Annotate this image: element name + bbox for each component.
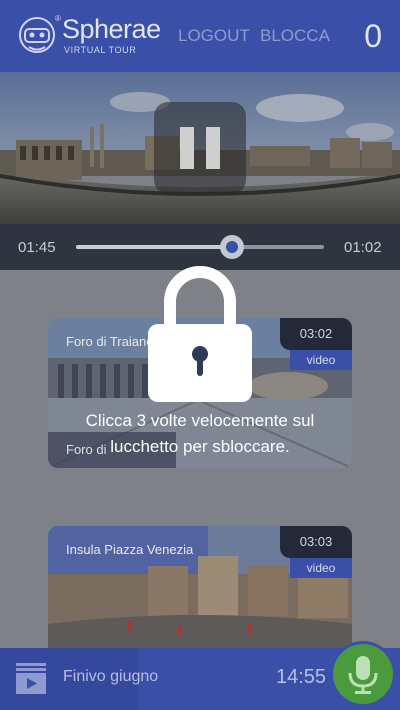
microphone-icon [348,656,378,694]
brand-name: Spherae [62,14,161,44]
footer-time: 14:55 [276,666,327,688]
video-title: Foro di Traiano [66,334,154,349]
registered-mark: ® [55,14,61,23]
pause-icon-right-bar [206,127,220,169]
footer-label: Finivo giugno [63,668,159,685]
app-header: Spherae ® VIRTUAL TOUR LOGOUT BLOCCA 0 [0,0,400,72]
video-library-icon[interactable] [14,662,48,696]
logout-button[interactable]: LOGOUT [178,26,250,46]
microphone-button[interactable] [333,644,393,704]
video-duration: 03:03 [280,526,352,558]
video-title: Insula Piazza Venezia [66,542,194,557]
remaining-time: 01:02 [344,239,382,256]
counter: 0 [364,18,382,54]
video-type-tag: video [290,350,352,370]
unlock-instructions-line2: lucchetto per sbloccare. [110,437,290,456]
video-duration: 03:02 [280,318,352,350]
unlock-instructions-line1: Clicca 3 volte velocemente sul [85,411,315,430]
lock-button[interactable]: BLOCCA [260,26,330,46]
seek-fill [76,245,233,249]
pause-button[interactable] [154,102,246,194]
lock-icon[interactable] [148,262,252,402]
spherae-logo-icon [19,17,55,53]
unlock-instructions: Clicca 3 volte velocemente sul lucchetto… [40,408,360,460]
video-type-tag: video [290,558,352,578]
pause-icon-left-bar [180,127,194,169]
elapsed-time: 01:45 [18,239,56,256]
brand-subtitle: VIRTUAL TOUR [64,45,137,55]
seek-track[interactable] [76,245,324,249]
